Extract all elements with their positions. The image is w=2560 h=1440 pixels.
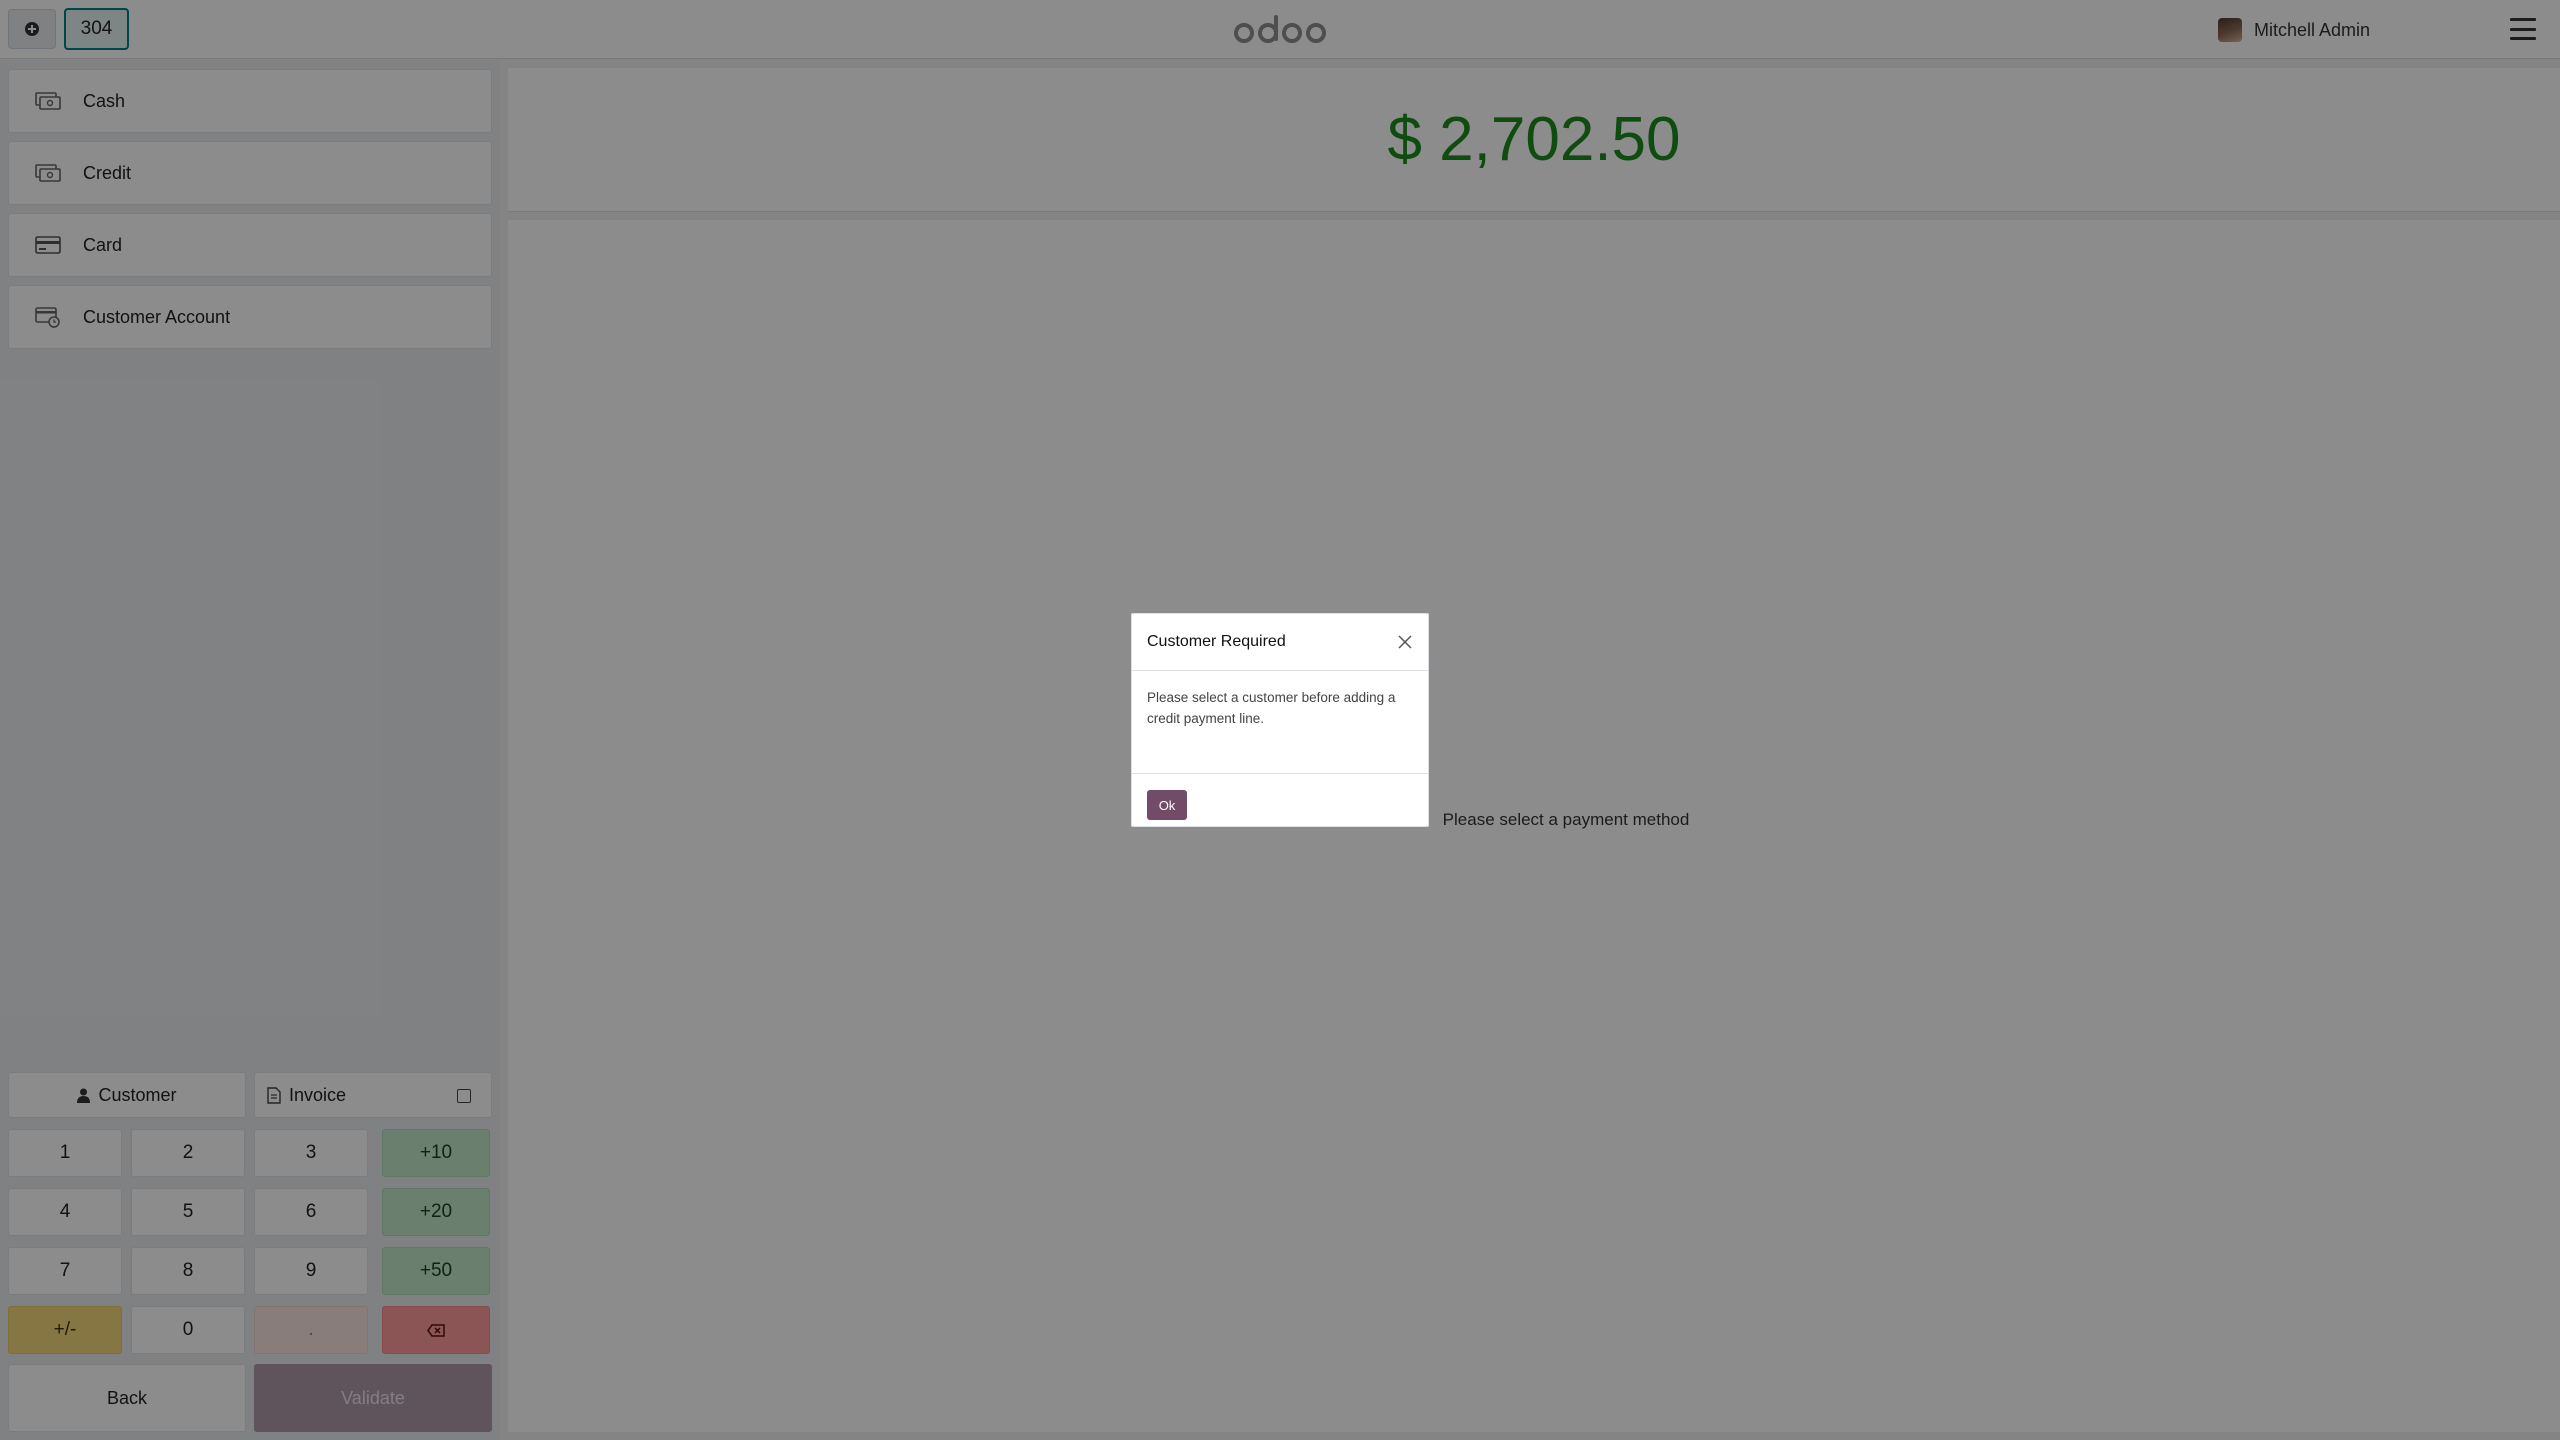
dialog-title: Customer Required (1147, 633, 1286, 650)
close-icon[interactable] (1396, 633, 1414, 651)
dialog-footer: Ok (1132, 774, 1428, 836)
dialog-message: Please select a customer before adding a… (1147, 690, 1396, 726)
dialog-header: Customer Required (1132, 614, 1428, 671)
customer-required-dialog: Customer Required Please select a custom… (1131, 613, 1429, 827)
dialog-body: Please select a customer before adding a… (1132, 671, 1428, 774)
ok-button[interactable]: Ok (1147, 790, 1187, 820)
